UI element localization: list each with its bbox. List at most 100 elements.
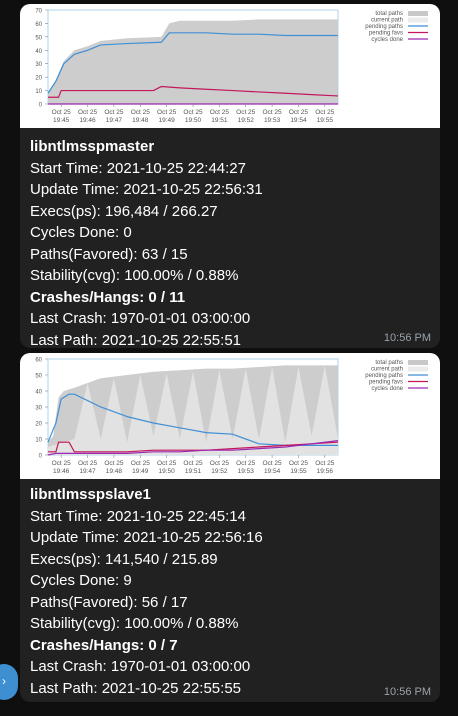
x-tick-date: Oct 25 — [289, 460, 309, 467]
y-tick-label: 0 — [39, 454, 43, 460]
x-tick-time: 19:54 — [290, 117, 307, 124]
legend-swatch — [408, 17, 428, 23]
avatar-glyph: › — [2, 674, 6, 688]
x-tick-time: 19:51 — [211, 117, 228, 124]
stat-label: Execs(ps): — [30, 202, 101, 220]
stat-label: Cycles Done: — [30, 224, 120, 241]
stat-line: Update Time: 2021-10-25 22:56:31 — [30, 179, 430, 201]
stat-label: Paths(Favored): — [30, 245, 138, 263]
stat-line: Cycles Done: 0 — [30, 222, 430, 244]
legend-label: total paths — [375, 360, 403, 366]
x-tick-time: 19:50 — [185, 117, 202, 124]
y-tick-label: 70 — [35, 9, 42, 15]
x-tick-time: 19:52 — [238, 117, 255, 124]
stat-line: Start Time: 2021-10-25 22:45:14 — [30, 506, 430, 528]
y-tick-label: 20 — [35, 422, 42, 428]
stat-label: Start Time: — [30, 507, 103, 525]
x-tick-time: 19:53 — [238, 468, 255, 475]
stat-value: 0 / 11 — [148, 288, 186, 306]
stat-value: 0 / 7 — [148, 636, 178, 654]
x-tick-time: 19:46 — [53, 468, 70, 475]
legend-swatch — [408, 11, 428, 16]
message-timestamp: 10:56 PM — [383, 686, 431, 698]
x-tick-date: Oct 25 — [263, 109, 283, 116]
chart-svg-master: 010203040506070Oct 2519:45Oct 2519:46Oct… — [35, 9, 428, 124]
y-tick-label: 10 — [35, 438, 42, 444]
x-tick-time: 19:51 — [185, 468, 202, 475]
legend-label: cycles done — [371, 386, 403, 392]
y-tick-label: 50 — [35, 35, 42, 41]
x-tick-date: Oct 25 — [210, 109, 230, 116]
stat-label: Last Path: — [30, 331, 98, 349]
chart-image-master[interactable]: 0 10 20 30 40 50 60 70 Oct 25 19:45 Oct 25 19:46 Oct… — [20, 4, 440, 128]
y-tick-label: 30 — [35, 406, 42, 412]
legend-label: current path — [371, 367, 403, 373]
x-tick-date: Oct 25 — [236, 460, 256, 467]
stat-line: Paths(Favored): 63 / 15 — [30, 244, 430, 266]
x-tick-date: Oct 25 — [78, 109, 98, 116]
x-tick-date: Oct 25 — [236, 109, 256, 116]
stat-value: 100.00% / 0.88% — [124, 267, 239, 284]
message-bubble-master[interactable]: 0 10 20 30 40 50 60 70 Oct 25 19:45 Oct 25 19:46 Oct… — [20, 4, 440, 348]
y-tick-label: 0 — [39, 103, 43, 109]
x-tick-time: 19:45 — [53, 117, 70, 124]
x-tick-date: Oct 25 — [131, 109, 151, 116]
x-tick-date: Oct 25 — [315, 460, 335, 467]
message-text-slave: libntlmsspslave1 Start Time: 2021-10-25 … — [30, 484, 430, 699]
x-tick-date: Oct 25 — [315, 109, 335, 116]
x-tick-time: 19:46 — [79, 117, 96, 124]
stat-label: Crashes/Hangs: — [30, 288, 145, 306]
avatar[interactable]: › — [0, 664, 18, 700]
stat-value: 0 — [123, 224, 132, 241]
x-tick-time: 19:55 — [317, 117, 334, 124]
stat-label: Update Time: — [30, 529, 120, 546]
legend-label: pending favs — [369, 380, 403, 386]
y-tick-label: 10 — [35, 89, 42, 95]
chart-image-slave[interactable]: 0 10 20 30 40 50 60 Oct 25 19:46 Oct 25 19:47 Oct 2… — [20, 353, 440, 479]
x-tick-time: 19:49 — [158, 117, 175, 124]
stat-label: Crashes/Hangs: — [30, 636, 145, 654]
x-tick-time: 19:55 — [290, 468, 307, 475]
stat-line: Execs(ps): 141,540 / 215.89 — [30, 549, 430, 571]
stat-label: Last Crash: — [30, 310, 107, 327]
x-tick-date: Oct 25 — [210, 460, 230, 467]
y-tick-label: 30 — [35, 62, 42, 68]
stat-line: Paths(Favored): 56 / 17 — [30, 592, 430, 614]
stat-line: Execs(ps): 196,484 / 266.27 — [30, 201, 430, 223]
legend-label: current path — [371, 18, 403, 24]
x-tick-time: 19:52 — [211, 468, 228, 475]
x-tick-time: 19:49 — [132, 468, 149, 475]
stat-value: 100.00% / 0.88% — [124, 615, 239, 632]
stat-label: Stability(cvg): — [30, 615, 121, 632]
x-tick-date: Oct 25 — [131, 460, 151, 467]
x-tick-date: Oct 25 — [183, 109, 203, 116]
message-bubble-slave[interactable]: 0 10 20 30 40 50 60 Oct 25 19:46 Oct 25 19:47 Oct 2… — [20, 353, 440, 702]
legend-swatch — [408, 366, 428, 372]
legend-label: cycles done — [371, 37, 403, 43]
message-timestamp: 10:56 PM — [383, 332, 431, 344]
legend-label: pending paths — [365, 373, 403, 379]
x-tick-date: Oct 25 — [289, 109, 309, 116]
stat-line: Update Time: 2021-10-25 22:56:16 — [30, 527, 430, 549]
legend-label: total paths — [375, 11, 403, 17]
x-tick-time: 19:56 — [317, 468, 334, 475]
stat-label: Stability(cvg): — [30, 267, 121, 284]
stat-line-crashes: Crashes/Hangs: 0 / 7 — [30, 635, 430, 657]
x-tick-date: Oct 25 — [104, 460, 124, 467]
stat-label: Update Time: — [30, 181, 120, 198]
stat-label: Last Crash: — [30, 658, 107, 675]
stat-value: 9 — [123, 572, 132, 589]
stat-value: 56 / 17 — [141, 593, 188, 611]
stat-label: Paths(Favored): — [30, 593, 138, 611]
stat-line: Last Crash: 1970-01-01 03:00:00 — [30, 656, 430, 678]
stat-value: 2021-10-25 22:44:27 — [106, 159, 246, 177]
x-tick-date: Oct 25 — [52, 109, 72, 116]
stat-line: Last Path: 2021-10-25 22:55:55 — [30, 678, 430, 700]
stat-value: 2021-10-25 22:56:31 — [123, 181, 263, 198]
stat-value: 1970-01-01 03:00:00 — [110, 310, 251, 327]
stat-value: 63 / 15 — [141, 245, 188, 263]
stat-line: Stability(cvg): 100.00% / 0.88% — [30, 265, 430, 287]
stat-value: 196,484 / 266.27 — [105, 202, 218, 220]
x-tick-date: Oct 25 — [52, 460, 72, 467]
legend-label: pending favs — [369, 31, 403, 37]
